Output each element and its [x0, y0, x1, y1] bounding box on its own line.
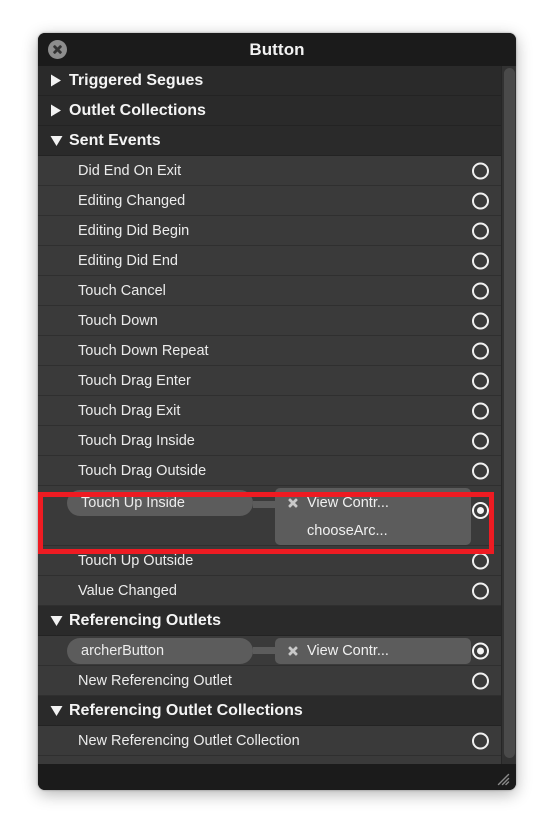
event-label: Touch Cancel [78, 282, 166, 299]
event-label: Touch Up Outside [78, 552, 194, 569]
event-label: Did End On Exit [78, 162, 182, 179]
event-label-pill[interactable]: Touch Up Inside [67, 490, 253, 516]
triangle-right-icon[interactable] [49, 104, 63, 117]
connection-line [253, 647, 275, 654]
connections-inspector-window: Button Triggered Segues Outlet Collectio [38, 33, 516, 790]
popover-x-icon[interactable] [285, 645, 300, 657]
popover-target-label: View Contr... [307, 494, 389, 511]
event-label: Touch Drag Inside [78, 432, 195, 449]
section-header-sent-events[interactable]: Sent Events [38, 126, 501, 156]
connection-well[interactable] [472, 252, 489, 269]
event-row-editing-did-begin[interactable]: Editing Did Begin [38, 216, 501, 246]
event-row-touch-drag-enter[interactable]: Touch Drag Enter [38, 366, 501, 396]
screenshot-root: Button Triggered Segues Outlet Collectio [0, 0, 554, 840]
event-row-did-end-on-exit[interactable]: Did End On Exit [38, 156, 501, 186]
connection-well[interactable] [472, 222, 489, 239]
connection-well[interactable] [472, 462, 489, 479]
triangle-down-icon[interactable] [49, 135, 63, 147]
triangle-down-icon[interactable] [49, 615, 63, 627]
connection-well[interactable] [472, 282, 489, 299]
outlet-collection-label: New Referencing Outlet Collection [78, 732, 300, 749]
popover-line-primary: View Contr... [275, 638, 471, 664]
connection-well[interactable] [472, 342, 489, 359]
resize-grip-icon[interactable] [494, 770, 510, 786]
section-header-referencing-outlets[interactable]: Referencing Outlets [38, 606, 501, 636]
event-label: Value Changed [78, 582, 177, 599]
connection-line [253, 501, 275, 508]
outlet-row-archer-button[interactable]: archerButton View Contr... [38, 636, 501, 666]
connection-popover[interactable]: View Contr... chooseArc... [275, 488, 471, 545]
connection-well[interactable] [472, 672, 489, 689]
popover-target-label: View Contr... [307, 643, 389, 659]
event-row-touch-up-outside[interactable]: Touch Up Outside [38, 546, 501, 576]
event-label: Touch Drag Exit [78, 402, 181, 419]
connection-well[interactable] [472, 432, 489, 449]
section-label: Triggered Segues [69, 71, 204, 89]
event-row-touch-drag-outside[interactable]: Touch Drag Outside [38, 456, 501, 486]
popover-action-label: chooseArc... [307, 523, 388, 539]
section-label: Referencing Outlets [69, 611, 222, 629]
outlet-label-pill[interactable]: archerButton [67, 638, 253, 664]
event-label: Touch Drag Outside [78, 462, 207, 479]
connection-well[interactable] [472, 372, 489, 389]
event-label: Editing Changed [78, 192, 186, 209]
connection-well[interactable] [472, 552, 489, 569]
window-title: Button [249, 39, 305, 59]
section-label: Outlet Collections [69, 101, 206, 119]
event-row-touch-up-inside[interactable]: Touch Up Inside View Contr... chooseArc.… [38, 486, 501, 546]
section-label: Referencing Outlet Collections [69, 701, 303, 719]
outlet-collection-row-new[interactable]: New Referencing Outlet Collection [38, 726, 501, 756]
outlet-label: New Referencing Outlet [78, 672, 232, 689]
event-label: Touch Down [78, 312, 158, 329]
section-label: Sent Events [69, 131, 161, 149]
event-row-editing-did-end[interactable]: Editing Did End [38, 246, 501, 276]
event-row-touch-cancel[interactable]: Touch Cancel [38, 276, 501, 306]
event-row-touch-drag-exit[interactable]: Touch Drag Exit [38, 396, 501, 426]
connection-popover[interactable]: View Contr... [275, 638, 471, 664]
section-header-triggered-segues[interactable]: Triggered Segues [38, 66, 501, 96]
event-label: Touch Down Repeat [78, 342, 209, 359]
scrollbar-thumb[interactable] [504, 68, 515, 758]
event-row-value-changed[interactable]: Value Changed [38, 576, 501, 606]
event-label: Editing Did Begin [78, 222, 190, 239]
connection-well-filled[interactable] [472, 642, 489, 659]
connection-well[interactable] [472, 192, 489, 209]
event-label: Editing Did End [78, 252, 178, 269]
event-label: Touch Drag Enter [78, 372, 191, 389]
connections-list-wrapper: Triggered Segues Outlet Collections Sent… [38, 66, 516, 764]
section-header-referencing-outlet-collections[interactable]: Referencing Outlet Collections [38, 696, 501, 726]
connection-well[interactable] [472, 162, 489, 179]
popover-line-secondary: chooseArc... [275, 517, 471, 545]
section-header-outlet-collections[interactable]: Outlet Collections [38, 96, 501, 126]
connection-well[interactable] [472, 312, 489, 329]
event-row-touch-down[interactable]: Touch Down [38, 306, 501, 336]
close-icon[interactable] [48, 40, 67, 59]
event-row-editing-changed[interactable]: Editing Changed [38, 186, 501, 216]
connection-well[interactable] [472, 402, 489, 419]
triangle-right-icon[interactable] [49, 74, 63, 87]
popover-x-icon[interactable] [285, 497, 300, 509]
connections-list: Triggered Segues Outlet Collections Sent… [38, 66, 501, 764]
window-titlebar: Button [38, 33, 516, 66]
vertical-scrollbar[interactable] [501, 66, 516, 764]
outlet-row-new-referencing-outlet[interactable]: New Referencing Outlet [38, 666, 501, 696]
window-bottom-bar [38, 764, 516, 790]
triangle-down-icon[interactable] [49, 705, 63, 717]
event-row-touch-down-repeat[interactable]: Touch Down Repeat [38, 336, 501, 366]
connection-well-filled[interactable] [472, 502, 489, 519]
connection-well[interactable] [472, 732, 489, 749]
event-row-touch-drag-inside[interactable]: Touch Drag Inside [38, 426, 501, 456]
connection-well[interactable] [472, 582, 489, 599]
popover-line-primary: View Contr... [275, 488, 471, 517]
